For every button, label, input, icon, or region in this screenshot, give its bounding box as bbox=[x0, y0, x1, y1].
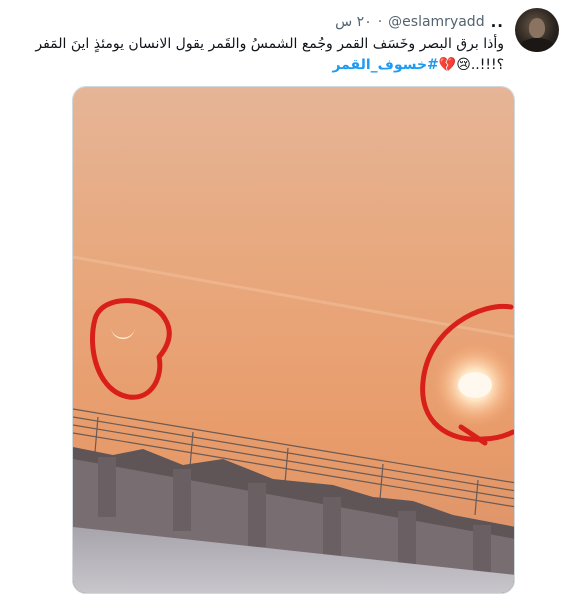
avatar-face bbox=[529, 18, 545, 38]
timestamp[interactable]: ٢٠ س bbox=[335, 14, 372, 30]
tweet-text: وأذا برق البصر وخَسَف القمر وجُمع الشمسُ… bbox=[4, 34, 504, 76]
separator: · bbox=[377, 14, 383, 30]
more-options-icon[interactable]: .. bbox=[491, 13, 504, 31]
avatar-shoulders bbox=[520, 38, 554, 52]
tweet-photo[interactable] bbox=[72, 86, 515, 594]
tweet-text-punctuation: ؟!!!.. bbox=[470, 57, 504, 73]
tweet-header: .. @eslamryadd · ٢٠ س bbox=[335, 12, 504, 32]
tweet-text-line-1: وأذا برق البصر وخَسَف القمر وجُمع الشمسُ… bbox=[35, 36, 504, 52]
tweet-card[interactable]: .. @eslamryadd · ٢٠ س وأذا برق البصر وخَ… bbox=[0, 0, 566, 601]
hashtag-link[interactable]: #خسوف_القمر bbox=[332, 57, 438, 73]
sun bbox=[458, 372, 492, 398]
emoji: 😢💔 bbox=[438, 57, 471, 73]
sunset-photo bbox=[73, 87, 514, 593]
avatar[interactable] bbox=[515, 8, 559, 52]
user-handle[interactable]: @eslamryadd bbox=[388, 14, 484, 30]
tweet-text-line-2: ؟!!!..😢💔#خسوف_القمر bbox=[4, 55, 504, 76]
